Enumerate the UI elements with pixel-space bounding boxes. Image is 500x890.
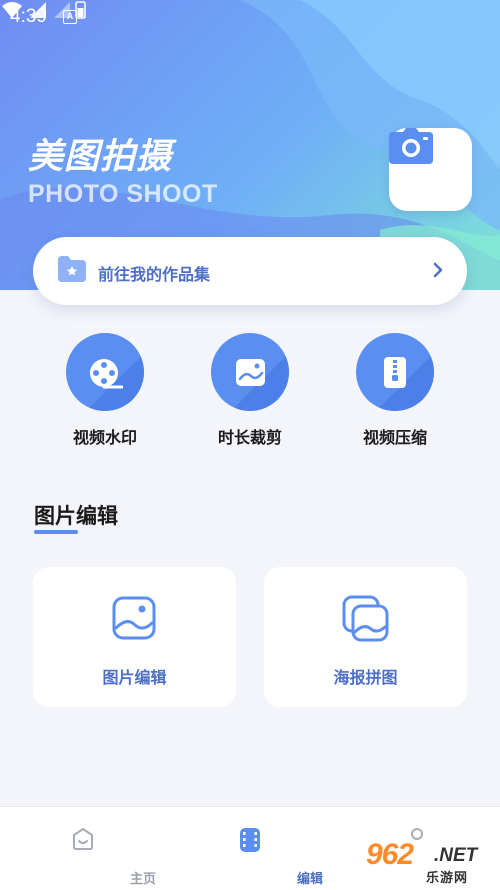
app-title: 美图拍摄 (28, 137, 173, 177)
tool-duration-crop[interactable]: 时长裁剪 (185, 333, 315, 448)
nav-edit[interactable]: 编辑 (190, 807, 323, 890)
signal-icon (30, 2, 46, 18)
image-crop-icon (236, 359, 265, 386)
card-label: 海报拼图 (333, 668, 398, 687)
watermark-suffix: .NET (434, 845, 478, 866)
camera-button[interactable] (389, 128, 472, 211)
tool-duration-crop-badge (211, 333, 289, 411)
picture-stack-icon (342, 595, 389, 642)
film-edit-icon (240, 828, 260, 852)
tool-label: 视频水印 (72, 428, 137, 447)
tool-video-compress[interactable]: 视频压缩 (330, 333, 460, 448)
tool-label: 时长裁剪 (217, 428, 282, 447)
tool-label: 视频压缩 (362, 428, 427, 447)
tool-video-watermark[interactable]: 视频水印 (40, 333, 170, 448)
site-watermark: 962 .NET 乐游网 (362, 838, 494, 886)
camera-icon (389, 128, 433, 164)
nav-home[interactable]: 主页 (23, 807, 156, 890)
app-subtitle: PHOTO SHOOT (28, 180, 218, 208)
my-works-label: 前往我的作品集 (98, 265, 211, 284)
card-label: 图片编辑 (102, 668, 167, 687)
watermark-site: 乐游网 (426, 871, 469, 886)
wifi-icon (2, 2, 22, 18)
card-poster-collage[interactable]: 海报拼图 (264, 567, 467, 707)
picture-icon (112, 596, 156, 640)
card-image-edit[interactable]: 图片编辑 (33, 567, 236, 707)
section-underline (34, 530, 78, 534)
home-icon (73, 828, 93, 850)
nav-label: 主页 (129, 872, 156, 887)
chevron-right-icon (433, 262, 443, 278)
status-bar: 4:39 A (0, 0, 500, 34)
nav-label: 编辑 (296, 872, 323, 887)
my-works-bar[interactable]: 前往我的作品集 (33, 237, 467, 305)
section-title: 图片编辑 (34, 504, 118, 528)
folder-star-icon (58, 256, 86, 282)
watermark-number: 962 (366, 838, 414, 871)
tool-video-watermark-badge (66, 333, 144, 411)
film-reel-icon (90, 359, 123, 389)
status-icons (2, 1, 86, 19)
zip-file-icon (384, 357, 406, 388)
tool-video-compress-badge (356, 333, 434, 411)
